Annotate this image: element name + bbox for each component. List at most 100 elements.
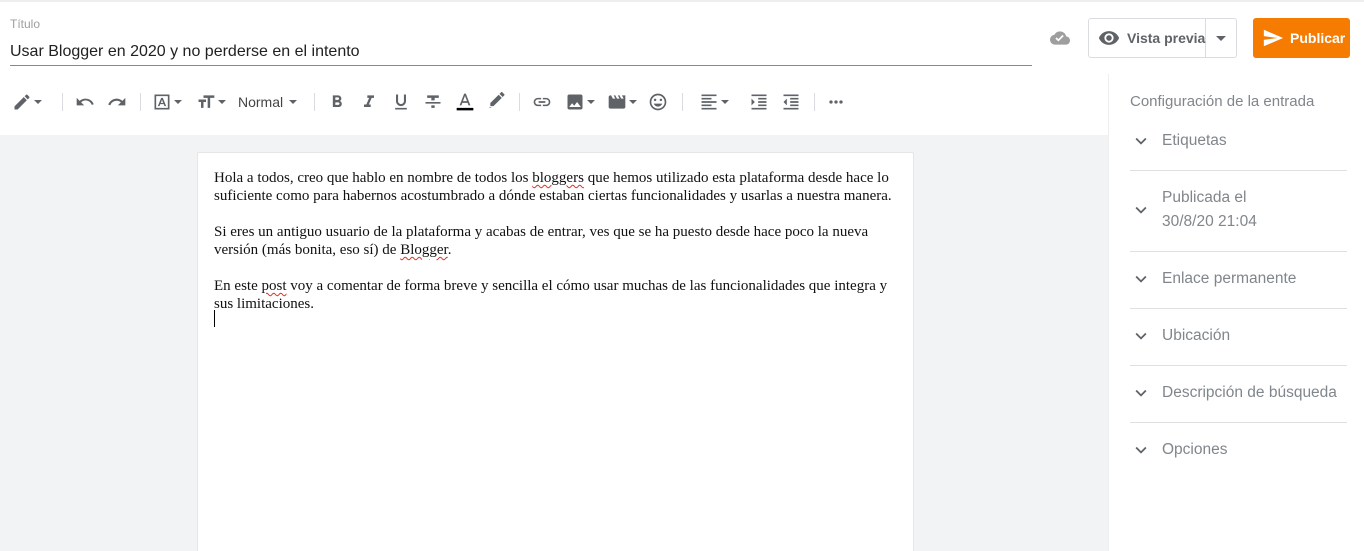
- toolbar-divider: [62, 93, 63, 111]
- sidebar-item-labels[interactable]: Etiquetas: [1130, 129, 1347, 153]
- chevron-down-icon: [1135, 137, 1147, 145]
- text-run: Hola a todos, creo que hablo en nombre d…: [214, 170, 533, 186]
- sidebar-item-permalink[interactable]: Enlace permanente: [1130, 267, 1347, 291]
- undo-button[interactable]: [75, 82, 95, 122]
- sidebar-item-label: Ubicación: [1162, 327, 1231, 344]
- sidebar-item-published-date[interactable]: Publicada el 30/8/20 21:04: [1130, 186, 1347, 234]
- bold-icon: [332, 95, 342, 107]
- text-color-icon: [456, 93, 474, 111]
- eye-icon: [1098, 31, 1120, 45]
- sidebar-title: Configuración de la entrada: [1130, 93, 1315, 110]
- redo-icon: [108, 97, 126, 106]
- link-button[interactable]: [532, 82, 552, 122]
- editor-toolbar: Normal: [0, 82, 1108, 122]
- bold-button[interactable]: [327, 82, 347, 122]
- sidebar-item-label: Publicada el: [1162, 189, 1247, 206]
- redo-button[interactable]: [107, 82, 127, 122]
- paragraph-format-select[interactable]: Normal: [238, 82, 298, 122]
- text-run: voy a comentar de forma breve y sencilla…: [214, 278, 888, 312]
- title-label: Título: [10, 17, 41, 31]
- sidebar-divider: [1130, 308, 1347, 309]
- misspelled-word: post: [261, 278, 287, 294]
- outdent-icon: [783, 94, 799, 110]
- toolbar-divider: [140, 93, 141, 111]
- text-run: .: [447, 242, 452, 258]
- sidebar-item-label: Descripción de búsqueda: [1162, 384, 1337, 401]
- sidebar-item-options[interactable]: Opciones: [1130, 438, 1347, 462]
- smiley-icon: [649, 93, 667, 111]
- paragraph: Hola a todos, creo que hablo en nombre d…: [214, 169, 898, 205]
- indent-button[interactable]: [749, 82, 769, 122]
- post-body-editor[interactable]: Hola a todos, creo que hablo en nombre d…: [197, 152, 914, 551]
- paragraph: En este post voy a comentar de forma bre…: [214, 277, 898, 313]
- undo-icon: [76, 97, 94, 106]
- toolbar-divider: [814, 93, 815, 111]
- outdent-button[interactable]: [781, 82, 801, 122]
- caret-down-icon: [721, 100, 729, 104]
- insert-image-button[interactable]: [565, 82, 595, 122]
- text-size-icon: [198, 95, 215, 108]
- toolbar-divider: [682, 93, 683, 111]
- send-icon: [1263, 29, 1284, 47]
- caret-down-icon: [629, 100, 637, 104]
- strikethrough-icon: [425, 95, 441, 108]
- text-cursor-line: [214, 310, 898, 332]
- font-button[interactable]: [152, 82, 182, 122]
- text-cursor: [214, 310, 215, 327]
- sidebar-item-label: Etiquetas: [1162, 132, 1227, 149]
- title-input[interactable]: [10, 38, 1032, 66]
- italic-button[interactable]: [359, 82, 379, 122]
- sidebar-divider: [1130, 170, 1347, 171]
- chevron-down-icon: [1135, 206, 1147, 214]
- caret-down-icon: [1216, 35, 1227, 41]
- highlight-button[interactable]: [487, 82, 507, 122]
- indent-icon: [751, 94, 767, 110]
- paragraph-format-label: Normal: [238, 94, 284, 110]
- chevron-down-icon: [1135, 446, 1147, 454]
- sidebar-item-label: Opciones: [1162, 441, 1228, 458]
- misspelled-word: bloggers: [532, 170, 584, 186]
- more-options-button[interactable]: [826, 82, 846, 122]
- underline-button[interactable]: [391, 82, 411, 122]
- sidebar-item-search-description[interactable]: Descripción de búsqueda: [1130, 381, 1347, 405]
- compose-mode-button[interactable]: [12, 82, 42, 122]
- sidebar-divider: [1130, 422, 1347, 423]
- caret-down-icon: [34, 100, 42, 104]
- misspelled-word: Blogger: [400, 242, 448, 258]
- emoji-button[interactable]: [648, 82, 668, 122]
- caret-down-icon: [587, 100, 595, 104]
- more-horiz-icon: [829, 100, 843, 104]
- caret-down-icon: [289, 100, 298, 104]
- image-icon: [567, 94, 583, 110]
- text-run: Si eres un antiguo usuario de la platafo…: [214, 224, 869, 258]
- text-run: En este: [214, 278, 262, 294]
- sidebar-item-location[interactable]: Ubicación: [1130, 324, 1347, 348]
- publish-label: Publicar: [1290, 30, 1346, 46]
- strikethrough-button[interactable]: [423, 82, 443, 122]
- text-color-button[interactable]: [455, 82, 475, 122]
- sidebar-item-label: Enlace permanente: [1162, 270, 1297, 287]
- post-settings-sidebar: Configuración de la entrada Etiquetas Pu…: [1108, 74, 1364, 551]
- published-datetime: 30/8/20 21:04: [1162, 213, 1257, 230]
- align-left-icon: [701, 94, 717, 110]
- preview-main[interactable]: Vista previa: [1089, 19, 1207, 57]
- font-size-button[interactable]: [196, 82, 226, 122]
- publish-button[interactable]: Publicar: [1253, 18, 1350, 58]
- marker-icon: [489, 92, 505, 108]
- toolbar-divider: [519, 93, 520, 111]
- chevron-down-icon: [1135, 332, 1147, 340]
- chevron-down-icon: [1135, 389, 1147, 397]
- caret-down-icon: [174, 100, 182, 104]
- movie-icon: [608, 95, 626, 109]
- insert-video-button[interactable]: [607, 82, 637, 122]
- chevron-down-icon: [1135, 275, 1147, 283]
- paragraph: Si eres un antiguo usuario de la platafo…: [214, 223, 898, 259]
- italic-icon: [364, 95, 374, 107]
- top-divider: [0, 0, 1364, 2]
- align-button[interactable]: [699, 82, 729, 122]
- underline-icon: [395, 94, 407, 110]
- preview-dropdown[interactable]: [1206, 19, 1236, 57]
- sidebar-divider: [1130, 365, 1347, 366]
- link-icon: [533, 97, 551, 107]
- preview-button[interactable]: Vista previa: [1088, 18, 1237, 58]
